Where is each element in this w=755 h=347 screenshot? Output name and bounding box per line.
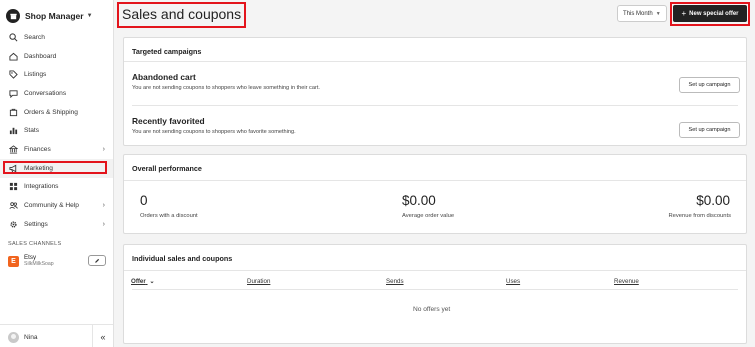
column-header-duration[interactable]: Duration: [247, 278, 270, 285]
campaign-desc-abandoned-cart: You are not sending coupons to shoppers …: [132, 85, 320, 91]
stat-label-avg-order: Average order value: [402, 213, 455, 219]
stat-label-revenue: Revenue from discounts: [668, 213, 731, 219]
etsy-logo-icon: E: [8, 255, 19, 267]
grid-icon: [8, 182, 18, 192]
set-up-recently-favorited-button[interactable]: Set up campaign: [679, 122, 740, 138]
chevron-right-icon: ›: [102, 220, 105, 228]
sidebar-item-conversations[interactable]: Conversations: [0, 84, 113, 103]
sales-channel-etsy[interactable]: E Etsy SilkMilkSoap: [8, 252, 108, 270]
orders-icon: [8, 107, 18, 117]
sidebar-item-label: Search: [24, 33, 45, 41]
stat-label-orders: Orders with a discount: [140, 213, 198, 219]
sales-channels-label: SALES CHANNELS: [8, 241, 62, 247]
stats-icon: [8, 126, 18, 136]
chevron-down-icon: ▼: [86, 13, 93, 19]
overall-performance-card: Overall performance 0 Orders with a disc…: [123, 154, 747, 234]
sidebar-item-label: Dashboard: [24, 52, 57, 60]
set-up-abandoned-cart-button[interactable]: Set up campaign: [679, 77, 740, 93]
listings-icon: [8, 70, 18, 80]
home-icon: [8, 51, 18, 61]
sidebar-item-settings[interactable]: Settings ›: [0, 215, 113, 234]
people-icon: [8, 201, 18, 211]
campaign-title-recently-favorited: Recently favorited: [132, 116, 205, 126]
targeted-campaigns-card: Targeted campaigns Abandoned cart You ar…: [123, 37, 747, 146]
period-select-value: This Month: [623, 10, 653, 17]
sidebar-item-integrations[interactable]: Integrations: [0, 178, 113, 197]
stat-value-avg-order: $0.00: [402, 193, 436, 208]
sidebar-nav: Search Dashboard Listings Conversations …: [0, 28, 113, 234]
page-title: Sales and coupons: [122, 6, 242, 22]
chevron-right-icon: ›: [102, 145, 105, 153]
sidebar-item-label: Listings: [24, 71, 47, 79]
store-icon: [6, 9, 20, 23]
sidebar-footer: Nina «: [0, 324, 113, 347]
sidebar-item-label: Integrations: [24, 183, 59, 191]
sidebar: Shop Manager ▼ Search Dashboard Listings…: [0, 0, 114, 347]
card-title: Overall performance: [132, 164, 202, 173]
shop-manager-title: Shop Manager: [25, 11, 84, 21]
divider: [124, 270, 746, 271]
user-name[interactable]: Nina: [24, 334, 38, 341]
empty-state-message: No offers yet: [413, 306, 451, 313]
column-header-offer[interactable]: Offer ⌄: [131, 278, 155, 285]
sidebar-item-dashboard[interactable]: Dashboard: [0, 47, 113, 66]
finances-icon: [8, 144, 18, 154]
sidebar-item-label: Finances: [24, 145, 51, 153]
sidebar-item-label: Community & Help: [24, 202, 79, 210]
chevron-right-icon: ›: [102, 202, 105, 210]
sidebar-item-marketing[interactable]: Marketing: [0, 158, 113, 178]
sidebar-item-label: Settings: [24, 220, 48, 228]
megaphone-icon: [8, 163, 18, 173]
sidebar-item-stats[interactable]: Stats: [0, 121, 113, 140]
channel-text: Etsy SilkMilkSoap: [24, 254, 54, 267]
divider: [124, 61, 746, 62]
chevron-down-icon: ▼: [655, 10, 661, 17]
sidebar-item-search[interactable]: Search: [0, 28, 113, 47]
stat-value-revenue: $0.00: [696, 193, 730, 208]
sort-down-icon: ⌄: [149, 278, 155, 285]
card-title: Targeted campaigns: [132, 47, 202, 56]
sidebar-item-listings[interactable]: Listings: [0, 65, 113, 84]
campaign-desc-recently-favorited: You are not sending coupons to shoppers …: [132, 129, 296, 135]
column-header-sends[interactable]: Sends: [386, 278, 404, 285]
sidebar-item-label: Orders & Shipping: [24, 108, 78, 116]
edit-channel-button[interactable]: [88, 255, 106, 266]
plus-icon: +: [681, 9, 687, 18]
pencil-icon: [95, 258, 100, 263]
sidebar-item-label: Marketing: [24, 164, 53, 172]
divider: [132, 289, 738, 290]
chat-icon: [8, 88, 18, 98]
column-header-uses[interactable]: Uses: [506, 278, 520, 285]
sidebar-item-orders[interactable]: Orders & Shipping: [0, 103, 113, 122]
campaign-title-abandoned-cart: Abandoned cart: [132, 72, 196, 82]
app: Shop Manager ▼ Search Dashboard Listings…: [0, 0, 755, 347]
avatar[interactable]: [8, 332, 19, 343]
divider: [124, 180, 746, 181]
column-header-offer-label: Offer: [131, 278, 146, 285]
gear-icon: [8, 219, 18, 229]
divider: [132, 105, 738, 106]
channel-shop-name: SilkMilkSoap: [24, 260, 54, 267]
sidebar-item-label: Stats: [24, 127, 40, 135]
sidebar-item-community[interactable]: Community & Help ›: [0, 196, 113, 215]
new-special-offer-button[interactable]: + New special offer: [673, 5, 747, 22]
individual-sales-card: Individual sales and coupons: [123, 244, 747, 344]
period-select[interactable]: This Month ▼: [617, 5, 667, 22]
sidebar-item-label: Conversations: [24, 89, 67, 97]
search-icon: [8, 32, 18, 42]
sidebar-item-finances[interactable]: Finances ›: [0, 140, 113, 159]
new-special-offer-label: New special offer: [689, 10, 739, 17]
card-title: Individual sales and coupons: [132, 254, 233, 263]
shop-manager-menu[interactable]: Shop Manager ▼: [6, 7, 93, 25]
stat-value-orders: 0: [140, 193, 148, 208]
collapse-sidebar-button[interactable]: «: [92, 325, 113, 347]
column-header-revenue[interactable]: Revenue: [614, 278, 639, 285]
